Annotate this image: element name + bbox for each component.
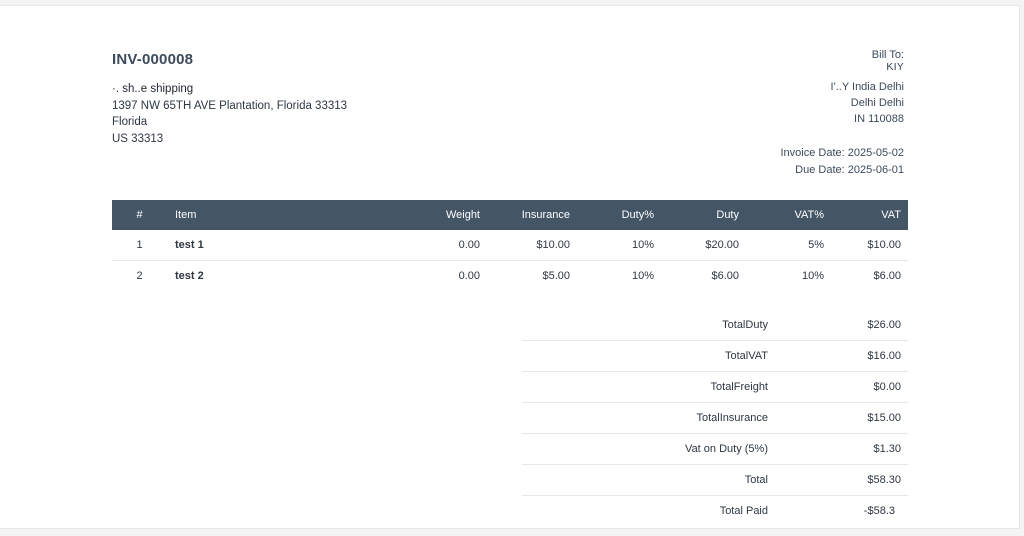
row-insurance: $10.00 [480,230,570,261]
header-duty: Duty [654,200,739,230]
invoice-dates: Invoice Date: 2025-05-02 Due Date: 2025-… [780,145,904,178]
row-num: 1 [112,230,167,261]
invoice-date: Invoice Date: 2025-05-02 [780,147,904,159]
bill-to-name: ΚΙΥ [886,63,904,72]
total-freight-label: TotalFreight [522,371,768,403]
bill-to-line3: IN 110088 [854,113,904,125]
bill-to-line1: Ι'..Y India Delhi [830,81,904,93]
total-paid-label: Total Paid [719,505,768,517]
row-num: 2 [136,270,143,282]
table-row: 2 test 2 0.00 $5.00 10% $6.00 10% $6.00 [112,261,908,292]
row-vat: $6.00 [873,270,901,282]
table-row: 1 test 1 0.00 $10.00 10% $20.00 5% $10.0… [112,230,908,261]
row-weight: 0.00 [360,230,480,261]
total-insurance-row: TotalInsurance $15.00 [522,402,908,434]
sender-country-zip: US 33313 [112,132,164,145]
header-vat-percent: VAT% [739,200,824,230]
invoice-number: INV-000008 [112,51,194,68]
row-weight: 0.00 [458,270,480,282]
header-item: Item [167,200,360,230]
total-freight-value: $0.00 [768,371,908,403]
header-insurance: Insurance [480,200,570,230]
header-weight: Weight [360,200,480,230]
total-insurance-value: $15.00 [768,402,908,434]
header-vat: VAT [824,200,908,230]
vat-on-duty-label: Vat on Duty (5%) [522,433,768,465]
invoice-sheet: INV-000008 ·. sh..e shipping 1397 NW 65T… [0,5,1020,529]
header-duty-percent: Duty% [570,200,654,230]
total-insurance-label: TotalInsurance [522,402,768,434]
total-freight-row: TotalFreight $0.00 [522,371,908,403]
grand-total-value: $58.30 [768,464,908,496]
vat-on-duty-value: $1.30 [768,433,908,465]
row-vat-percent: 10% [801,270,824,282]
bill-to-label: Bill To: [871,49,904,61]
row-insurance: $5.00 [542,270,570,282]
bill-to-line2: Delhi Delhi [850,97,904,109]
row-duty-percent: 10% [631,270,654,282]
due-date: Due Date: 2025-06-01 [795,163,904,176]
sender-address: ·. sh..e shipping 1397 NW 65TH AVE Plant… [112,81,347,147]
sender-state: Florida [112,116,148,128]
row-duty: $20.00 [654,230,739,261]
row-item: test 1 [167,230,360,261]
bill-to-address: Bill To: ΚΙΥ Ι'..Y India Delhi Delhi Del… [831,47,904,127]
total-duty-label: TotalDuty [522,310,768,341]
vat-on-duty-row: Vat on Duty (5%) $1.30 [522,433,908,465]
row-duty-percent: 10% [570,230,654,261]
grand-total-label: Total [522,464,768,496]
row-vat-percent: 5% [739,230,824,261]
row-duty: $6.00 [711,270,739,282]
total-paid-row: Total Paid -$58.3 [522,496,908,527]
total-paid-value: -$58.3 [863,505,895,517]
row-vat: $10.00 [824,230,908,261]
sender-address-line: 1397 NW 65TH AVE Plantation, Florida 333… [112,99,348,112]
total-vat-row: TotalVAT $16.00 [522,340,908,372]
row-item: test 2 [175,270,204,282]
totals-table: TotalDuty $26.00 TotalVAT $16.00 TotalFr… [522,310,908,526]
total-vat-value: $16.00 [768,340,908,372]
items-table: # Item Weight Insurance Duty% Duty VAT% … [112,200,908,291]
header-num: # [112,200,167,230]
total-duty-row: TotalDuty $26.00 [522,310,908,341]
sender-company: ·. sh..e shipping [112,83,194,95]
grand-total-row: Total $58.30 [522,464,908,496]
items-table-header: # Item Weight Insurance Duty% Duty VAT% … [112,200,908,230]
total-vat-label: TotalVAT [522,340,768,372]
total-duty-value: $26.00 [768,310,908,341]
